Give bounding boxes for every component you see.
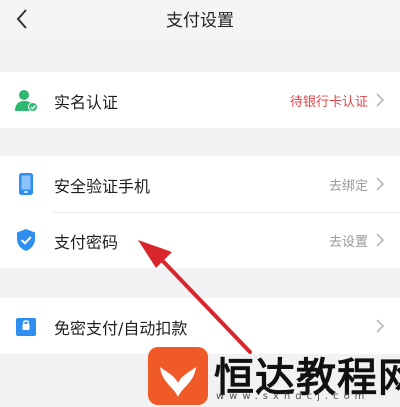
watermark-url: www.sxhdcj.com xyxy=(216,391,370,402)
row-label: 免密支付/自动扣款 xyxy=(54,319,188,338)
page-title: 支付设置 xyxy=(166,11,234,31)
status-value: 待银行卡认证 xyxy=(289,95,368,110)
row-security-phone[interactable]: 安全验证手机 去绑定 xyxy=(0,156,400,212)
row-real-name-verification[interactable]: 实名认证 待银行卡认证 xyxy=(0,72,400,128)
settings-group-identity: 实名认证 待银行卡认证 xyxy=(0,72,400,128)
row-label: 支付密码 xyxy=(54,233,119,252)
chevron-right-icon xyxy=(376,93,385,107)
watermark-logo xyxy=(148,347,208,405)
watermark: 恒达教程网 www.sxhdcj.com xyxy=(148,345,400,407)
chevron-right-icon xyxy=(376,177,385,191)
row-payment-password[interactable]: 支付密码 去设置 xyxy=(0,212,400,268)
phone-icon xyxy=(19,173,33,195)
row-label: 安全验证手机 xyxy=(54,177,151,196)
lock-icon xyxy=(16,318,36,336)
shield-check-icon xyxy=(17,229,35,251)
settings-group-security: 安全验证手机 去绑定 支付密码 去设置 xyxy=(0,156,400,268)
header-bar: 支付设置 xyxy=(0,0,400,40)
chevron-right-icon xyxy=(376,233,385,247)
action-value: 去绑定 xyxy=(328,179,368,194)
whale-tail-icon xyxy=(160,367,196,397)
row-label: 实名认证 xyxy=(54,93,119,112)
chevron-right-icon xyxy=(376,319,385,333)
action-value: 去设置 xyxy=(328,235,368,250)
user-verified-icon xyxy=(15,90,38,112)
